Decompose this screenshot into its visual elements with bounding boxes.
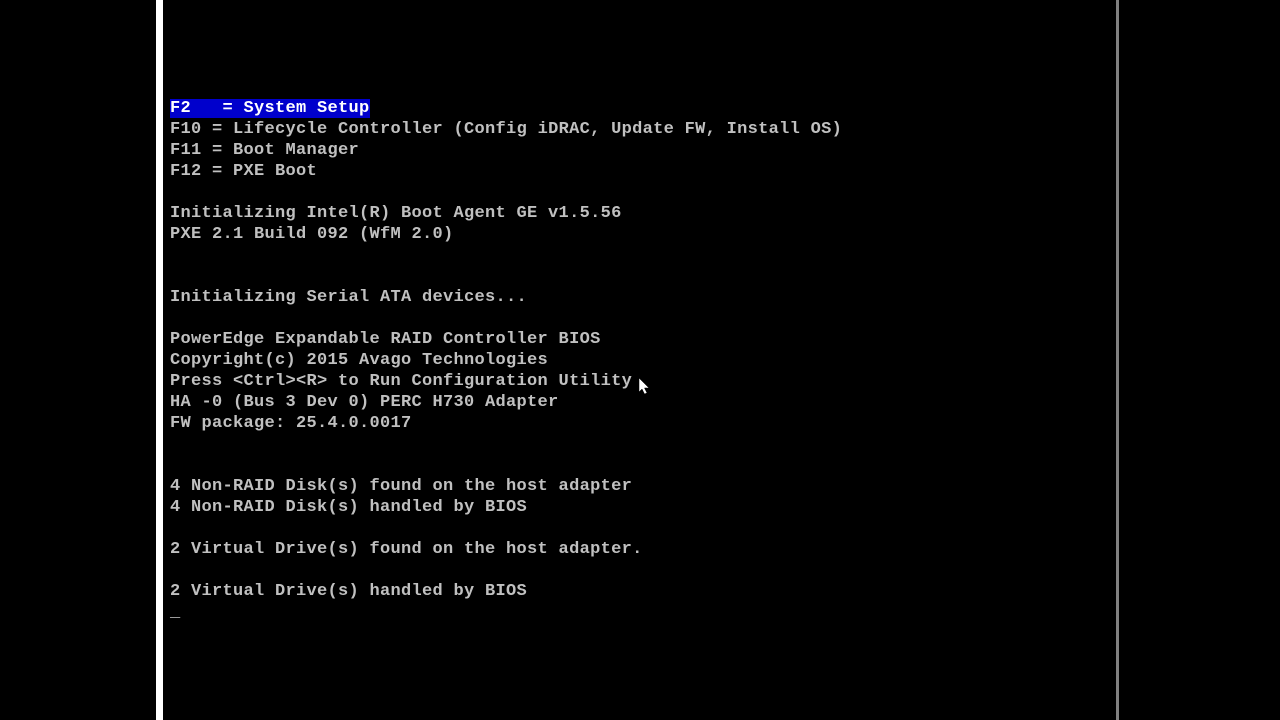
boot-menu-option-f12[interactable]: F12 = PXE Boot xyxy=(170,161,842,182)
boot-menu-option-f11[interactable]: F11 = Boot Manager xyxy=(170,140,842,161)
boot-menu-option-f2[interactable]: F2 = System Setup xyxy=(170,98,842,119)
boot-agent-init: Initializing Intel(R) Boot Agent GE v1.5… xyxy=(170,203,842,224)
raid-fw-package: FW package: 25.4.0.0017 xyxy=(170,413,842,434)
frame-border-right xyxy=(1116,0,1119,720)
boot-terminal: F2 = System Setup F10 = Lifecycle Contro… xyxy=(170,98,842,623)
virtual-handled: 2 Virtual Drive(s) handled by BIOS xyxy=(170,581,842,602)
frame-border-left xyxy=(156,0,163,720)
sata-init: Initializing Serial ATA devices... xyxy=(170,287,842,308)
boot-agent-pxe: PXE 2.1 Build 092 (WfM 2.0) xyxy=(170,224,842,245)
boot-menu-option-f10[interactable]: F10 = Lifecycle Controller (Config iDRAC… xyxy=(170,119,842,140)
raid-config-prompt: Press <Ctrl><R> to Run Configuration Uti… xyxy=(170,371,842,392)
raid-adapter: HA -0 (Bus 3 Dev 0) PERC H730 Adapter xyxy=(170,392,842,413)
virtual-found: 2 Virtual Drive(s) found on the host ada… xyxy=(170,539,842,560)
nonraid-handled: 4 Non-RAID Disk(s) handled by BIOS xyxy=(170,497,842,518)
text-cursor: _ xyxy=(170,602,842,623)
raid-copyright: Copyright(c) 2015 Avago Technologies xyxy=(170,350,842,371)
nonraid-found: 4 Non-RAID Disk(s) found on the host ada… xyxy=(170,476,842,497)
raid-title: PowerEdge Expandable RAID Controller BIO… xyxy=(170,329,842,350)
